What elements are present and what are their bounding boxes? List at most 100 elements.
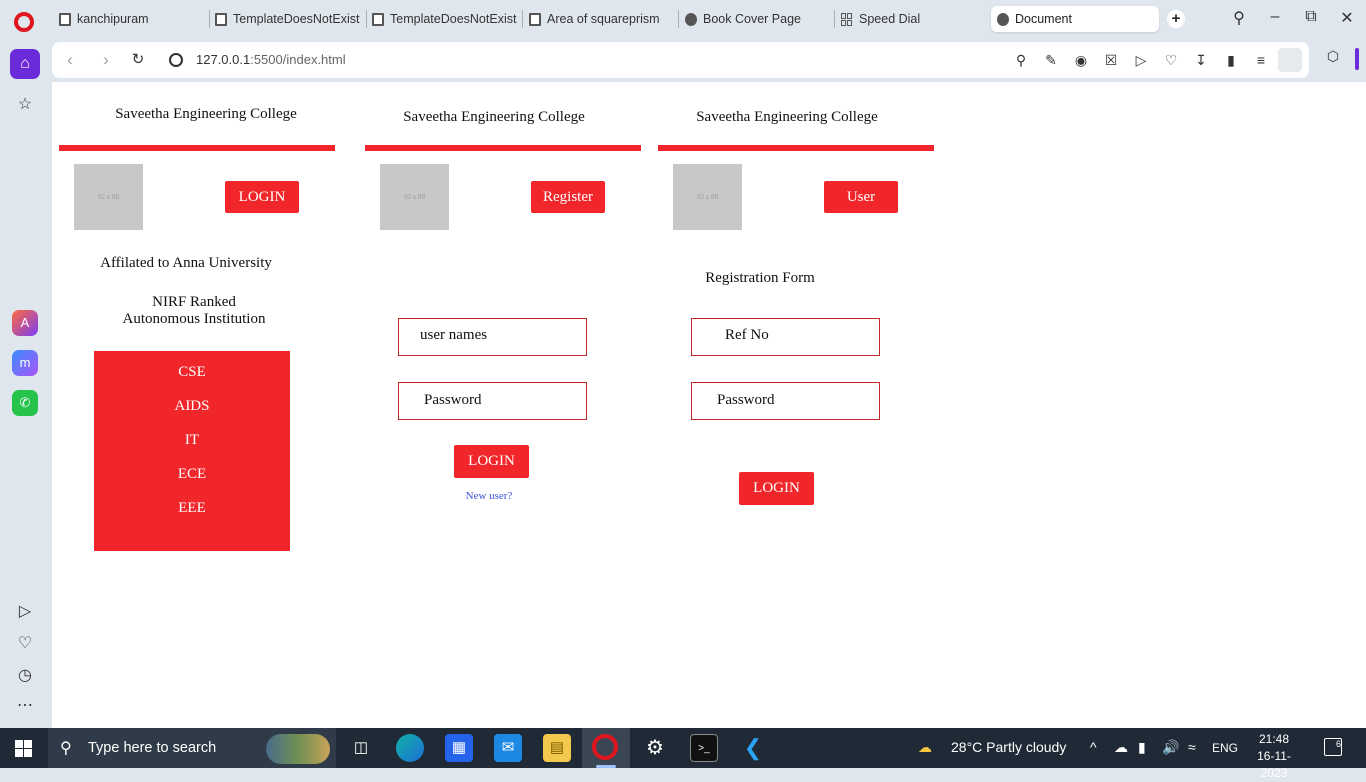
notification-center-icon[interactable]: 6 [1324,738,1342,756]
star-icon[interactable]: ☆ [14,94,36,116]
vscode-icon[interactable]: ❮ [739,734,767,762]
wifi-icon[interactable]: ≈ [1188,739,1196,755]
speed-dial-icon [841,12,853,26]
task-view-icon[interactable]: ◫ [347,734,375,762]
camera-icon[interactable]: ◉ [1072,51,1090,69]
zoom-search-icon[interactable]: ⚲ [1012,51,1030,69]
history-icon[interactable]: ◷ [14,665,36,687]
search-placeholder: Type here to search [88,740,217,756]
minimize-button[interactable]: – [1264,8,1286,26]
address-bar: ‹ › ↻ 127.0.0.1:5500/index.html ⚲ ✎ ◉ ☒ … [52,42,1309,78]
login-button[interactable]: LOGIN [225,181,299,213]
home-icon[interactable]: ⌂ [10,49,40,79]
register-button[interactable]: Register [531,181,605,213]
back-button[interactable]: ‹ [60,50,80,70]
url-field[interactable]: 127.0.0.1:5500/index.html [196,52,346,67]
settings-gear-icon[interactable]: ⚙ [641,734,669,762]
opera-sidebar: ⌂ ☆ A m ✆ ▷ ♡ ◷ ⋯ [0,38,52,728]
tab-kanchipuram[interactable]: kanchipuram [59,6,199,32]
battery-icon[interactable]: ▮ [1222,51,1240,69]
search-icon: ⚲ [60,740,72,757]
nirf-text: NIRF Ranked [152,294,236,310]
autonomous-text: Autonomous Institution [122,311,266,327]
show-hidden-icons-icon[interactable]: ^ [1090,739,1097,755]
department-item[interactable]: CSE [94,364,290,381]
forward-button[interactable]: › [96,50,116,70]
aria-icon[interactable]: A [12,310,38,336]
globe-icon [997,12,1009,26]
player-sidebar-icon[interactable]: ▷ [14,601,36,623]
tab-book-cover[interactable]: Book Cover Page [685,6,825,32]
username-input[interactable]: user names [398,318,587,356]
heart-icon[interactable]: ♡ [1162,51,1180,69]
logo-placeholder-image: 92 x 88 [74,164,143,230]
adblock-icon[interactable]: ☒ [1102,51,1120,69]
tab-template-1[interactable]: TemplateDoesNotExist a [215,6,362,32]
messenger-icon[interactable]: m [12,350,38,376]
url-path: :5500/index.html [250,52,346,67]
taskbar-search[interactable]: ⚲ Type here to search [48,728,336,768]
system-clock[interactable]: 21:48 16-11-2023 [1244,731,1304,782]
college-title: Saveetha Engineering College [696,109,878,125]
search-tabs-icon[interactable]: ⚲ [1228,8,1250,28]
reload-button[interactable]: ↻ [128,50,148,68]
login-submit-button[interactable]: LOGIN [454,445,529,478]
password-placeholder: Password [424,392,482,408]
globe-icon [685,12,697,26]
department-item[interactable]: IT [94,432,290,449]
download-icon[interactable]: ↧ [1192,51,1210,69]
login-submit-button[interactable]: LOGIN [739,472,814,505]
new-tab-button[interactable]: + [1167,10,1185,28]
player-icon[interactable]: ▷ [1132,51,1150,69]
weather-icon[interactable]: ☁ [918,739,932,756]
tab-label: Book Cover Page [703,12,801,26]
tab-separator [366,10,367,28]
new-user-link[interactable]: New user? [439,490,539,502]
department-item[interactable]: EEE [94,500,290,517]
weather-text[interactable]: 28°C Partly cloudy [951,739,1066,755]
pinboard-heart-icon[interactable]: ♡ [14,633,36,655]
department-item[interactable]: AIDS [94,398,290,415]
department-list: CSE AIDS IT ECE EEE [94,351,290,551]
red-divider [365,145,641,151]
page-icon [59,12,71,26]
restore-button[interactable]: ⧉ [1300,8,1322,26]
mail-icon[interactable]: ✉ [494,734,522,762]
file-explorer-icon[interactable]: ▤ [543,734,571,762]
tab-separator [834,10,835,28]
opera-logo-icon[interactable] [14,12,34,32]
ref-no-input[interactable]: Ref No [691,318,880,356]
tab-speed-dial[interactable]: Speed Dial [841,6,981,32]
extensions-icon[interactable]: ⬡ [1322,48,1344,70]
tab-template-2[interactable]: TemplateDoesNotExist a [372,6,519,32]
tab-label: Document [1015,12,1072,26]
language-indicator[interactable]: ENG [1212,741,1238,755]
edge-icon[interactable] [396,734,424,762]
password-input[interactable]: Password [398,382,587,420]
page-viewport: Saveetha Engineering College 92 x 88 LOG… [52,82,1366,728]
battery-tray-icon[interactable]: ▮ [1138,739,1146,756]
department-item[interactable]: ECE [94,466,290,483]
edit-icon[interactable]: ✎ [1042,51,1060,69]
profile-button[interactable] [1278,48,1302,72]
onedrive-icon[interactable]: ☁ [1114,739,1128,756]
tab-label: TemplateDoesNotExist a [390,12,519,26]
tab-area-squareprism[interactable]: Area of squareprism [529,6,669,32]
volume-icon[interactable]: 🔊 [1162,739,1179,756]
opera-taskbar-icon[interactable] [592,734,618,760]
easy-setup-icon[interactable]: ≡ [1252,51,1270,69]
logo-placeholder-image: 92 x 88 [673,164,742,230]
logo-placeholder-image: 92 x 88 [380,164,449,230]
whatsapp-icon[interactable]: ✆ [12,390,38,416]
user-button[interactable]: User [824,181,898,213]
tab-document[interactable]: Document [991,6,1159,32]
store-icon[interactable]: ▦ [445,734,473,762]
more-icon[interactable]: ⋯ [14,695,36,717]
close-window-button[interactable]: ✕ [1336,8,1358,28]
site-info-icon[interactable] [169,53,183,67]
windows-start-icon[interactable] [15,740,32,757]
terminal-icon[interactable]: >_ [690,734,718,762]
password-input[interactable]: Password [691,382,880,420]
search-highlight-image [266,734,330,764]
ref-no-placeholder: Ref No [725,327,769,343]
